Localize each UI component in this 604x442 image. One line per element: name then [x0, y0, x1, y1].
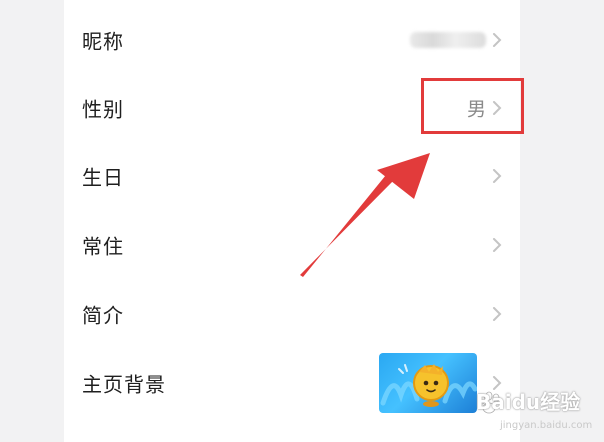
watermark-brand: Baidu经验 — [476, 390, 581, 414]
watermark-site: jingyan.baidu.com — [500, 420, 593, 431]
annotation-arrow-icon — [300, 153, 430, 277]
